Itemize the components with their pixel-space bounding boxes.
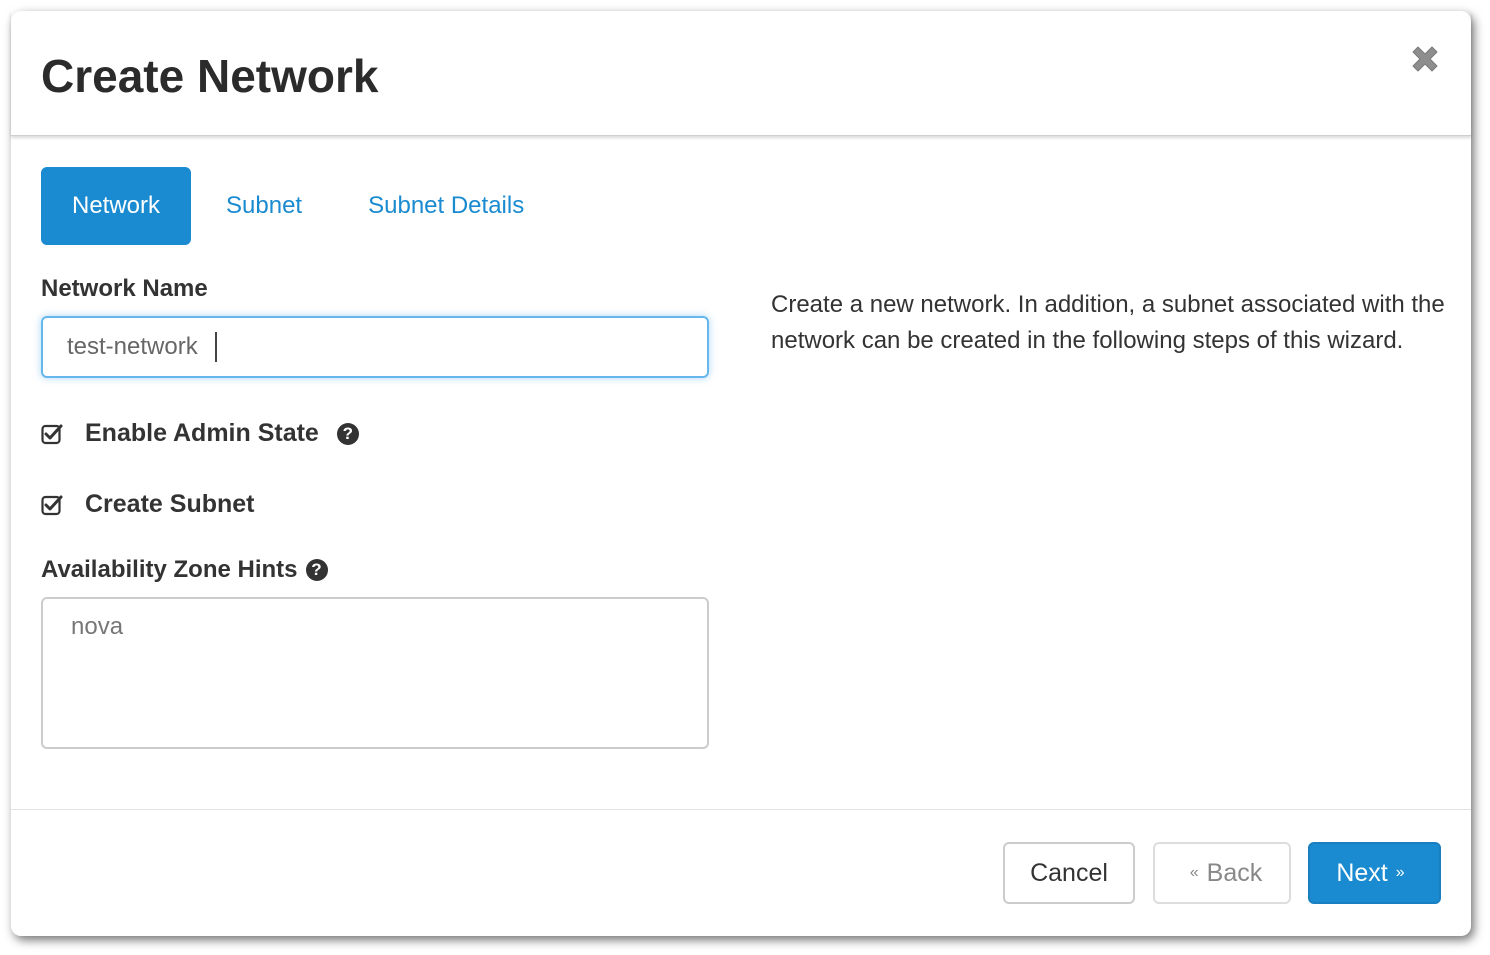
footer-divider xyxy=(11,809,1471,810)
back-label: Back xyxy=(1206,858,1263,887)
close-icon[interactable] xyxy=(1407,41,1443,77)
modal-title: Create Network xyxy=(41,50,379,102)
checkbox-checked-icon[interactable] xyxy=(41,423,63,445)
az-hints-label: Availability Zone Hints xyxy=(41,556,298,583)
help-icon[interactable]: ? xyxy=(336,422,359,445)
create-subnet-checkbox[interactable]: Create Subnet xyxy=(41,490,254,519)
az-hints-multiselect[interactable]: nova xyxy=(41,597,709,749)
tab-network[interactable]: Network xyxy=(41,167,192,245)
next-button[interactable]: Next » xyxy=(1308,842,1441,904)
text-cursor xyxy=(215,332,217,362)
tab-subnet-details[interactable]: Subnet Details xyxy=(337,167,555,245)
create-subnet-label: Create Subnet xyxy=(85,490,255,518)
tab-subnet[interactable]: Subnet xyxy=(195,167,333,245)
cancel-button[interactable]: Cancel xyxy=(1003,842,1135,904)
double-chevron-right-icon: » xyxy=(1395,864,1405,881)
network-name-input[interactable] xyxy=(41,316,709,378)
wizard-tabs: Network Subnet Subnet Details xyxy=(41,167,555,245)
enable-admin-state-checkbox[interactable]: Enable Admin State ? xyxy=(41,419,359,448)
az-hint-option[interactable]: nova xyxy=(71,613,679,641)
az-hints-label-row: Availability Zone Hints ? xyxy=(41,556,328,584)
wizard-description: Create a new network. In addition, a sub… xyxy=(771,291,1445,354)
checkbox-checked-icon[interactable] xyxy=(41,494,63,516)
next-label: Next xyxy=(1336,858,1388,887)
back-button[interactable]: « Back xyxy=(1153,842,1291,904)
enable-admin-state-label: Enable Admin State xyxy=(85,419,319,447)
modal-header: Create Network xyxy=(11,11,1471,136)
cancel-label: Cancel xyxy=(1030,858,1108,887)
create-network-modal: Create Network Network Subnet Subnet Det… xyxy=(11,11,1471,936)
double-chevron-left-icon: « xyxy=(1189,864,1199,881)
help-icon[interactable]: ? xyxy=(305,559,328,581)
network-name-label: Network Name xyxy=(41,275,208,302)
